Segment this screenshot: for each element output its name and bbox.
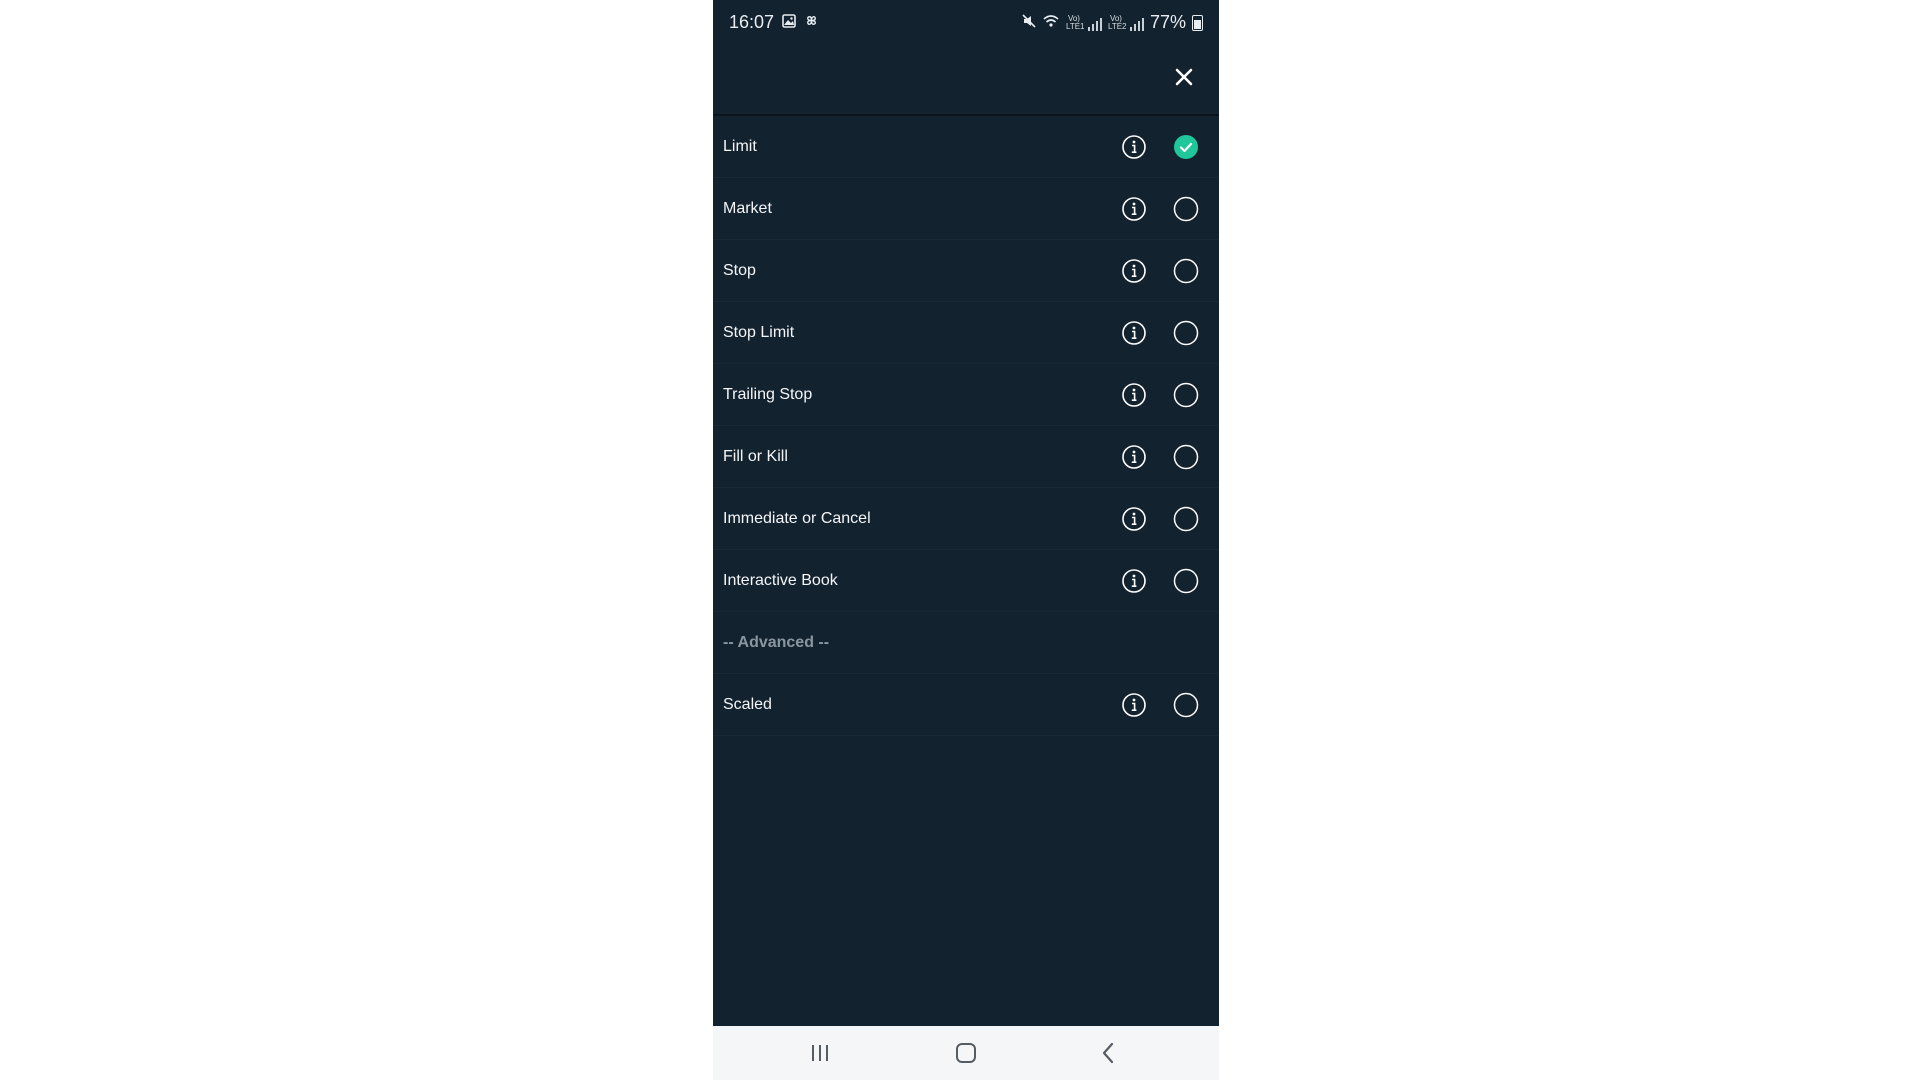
radio-unselected[interactable] — [1173, 320, 1199, 346]
close-button[interactable] — [1169, 62, 1199, 92]
info-icon[interactable] — [1121, 568, 1147, 594]
status-time: 16:07 — [729, 12, 775, 32]
gallery-icon — [782, 12, 796, 33]
info-icon[interactable] — [1121, 258, 1147, 284]
mute-icon — [1022, 12, 1036, 33]
advanced-section-header: -- Advanced -- — [713, 612, 1219, 674]
order-type-row[interactable]: Fill or Kill — [713, 426, 1219, 488]
order-type-row[interactable]: Stop — [713, 240, 1219, 302]
order-type-row[interactable]: Immediate or Cancel — [713, 488, 1219, 550]
order-type-label: Market — [723, 199, 772, 217]
system-nav-bar — [713, 1026, 1219, 1080]
volte-lte2-icon: Vo) LTE2 — [1107, 13, 1127, 31]
volte-lte1-icon: Vo) LTE1 — [1065, 13, 1085, 31]
signal-icon — [1129, 15, 1144, 31]
back-button[interactable] — [1093, 1040, 1123, 1066]
signal-icon — [1087, 15, 1102, 31]
order-type-label: Scaled — [723, 695, 772, 713]
order-type-label: Stop — [723, 261, 756, 279]
info-icon[interactable] — [1121, 444, 1147, 470]
order-type-row[interactable]: Trailing Stop — [713, 364, 1219, 426]
info-icon[interactable] — [1121, 134, 1147, 160]
status-right: Vo) LTE1 Vo) LTE2 77% — [1022, 12, 1203, 33]
order-type-label: Stop Limit — [723, 323, 795, 341]
battery-percent: 77% — [1149, 12, 1186, 32]
pinwheel-icon — [804, 12, 819, 33]
info-icon[interactable] — [1121, 692, 1147, 718]
radio-unselected[interactable] — [1173, 568, 1199, 594]
recents-button[interactable] — [805, 1040, 835, 1066]
status-left: 16:07 — [729, 12, 819, 33]
order-type-label: Fill or Kill — [723, 447, 788, 465]
order-type-row[interactable]: Stop Limit — [713, 302, 1219, 364]
radio-unselected[interactable] — [1173, 444, 1199, 470]
info-icon[interactable] — [1121, 196, 1147, 222]
wifi-icon — [1042, 12, 1060, 33]
status-bar: 16:07 Vo) LTE1 Vo) LTE2 77% — [713, 0, 1219, 44]
order-type-label: Interactive Book — [723, 571, 838, 589]
advanced-section-label: -- Advanced -- — [723, 633, 830, 651]
home-button[interactable] — [951, 1040, 981, 1066]
close-icon — [1175, 68, 1193, 86]
info-icon[interactable] — [1121, 506, 1147, 532]
battery-icon — [1192, 14, 1203, 31]
radio-unselected[interactable] — [1173, 258, 1199, 284]
home-icon — [956, 1043, 976, 1063]
info-icon[interactable] — [1121, 320, 1147, 346]
order-type-row[interactable]: Limit — [713, 116, 1219, 178]
order-type-label: Immediate or Cancel — [723, 509, 871, 527]
order-type-list: Limit Market Stop Stop Limit Trailing St… — [713, 116, 1219, 736]
order-type-label: Limit — [723, 137, 757, 155]
order-type-row[interactable]: Scaled — [713, 674, 1219, 736]
order-type-label: Trailing Stop — [723, 385, 813, 403]
radio-unselected[interactable] — [1173, 196, 1199, 222]
sheet-header — [713, 44, 1219, 116]
radio-unselected[interactable] — [1173, 506, 1199, 532]
back-icon — [1102, 1042, 1114, 1064]
radio-unselected[interactable] — [1173, 692, 1199, 718]
phone-screen: 16:07 Vo) LTE1 Vo) LTE2 77% Limit Market… — [713, 0, 1219, 1080]
info-icon[interactable] — [1121, 382, 1147, 408]
order-type-row[interactable]: Market — [713, 178, 1219, 240]
radio-unselected[interactable] — [1173, 382, 1199, 408]
order-type-row[interactable]: Interactive Book — [713, 550, 1219, 612]
recents-icon — [812, 1045, 828, 1061]
radio-selected[interactable] — [1173, 134, 1199, 160]
